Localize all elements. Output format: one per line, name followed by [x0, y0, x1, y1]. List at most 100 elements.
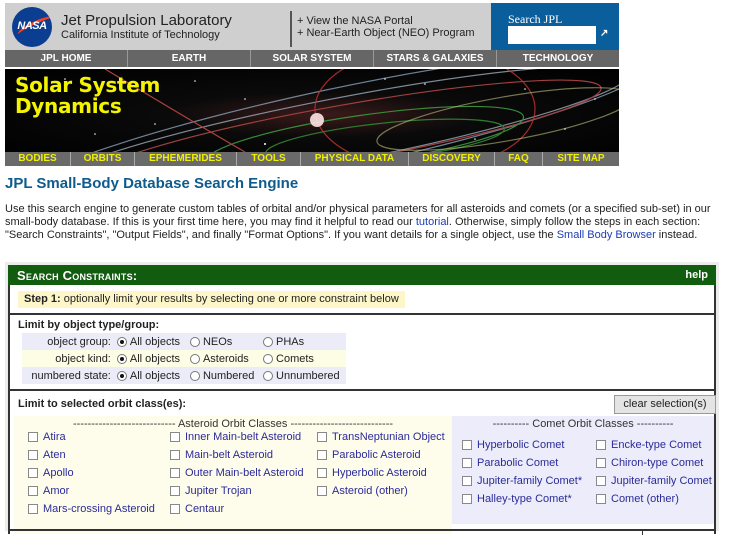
radio-label: Numbered: [202, 369, 255, 382]
comet-class-checkbox[interactable]: Comet (other): [596, 493, 679, 505]
nav-orbits[interactable]: ORBITS: [71, 152, 135, 166]
asteroid-class-checkbox[interactable]: Jupiter Trojan: [170, 485, 252, 497]
checkbox-square[interactable]: [170, 504, 180, 514]
unnumbered-radio[interactable]: Unnumbered: [263, 370, 346, 382]
asteroid-class-checkbox[interactable]: Amor: [28, 485, 69, 497]
lab-name[interactable]: Jet Propulsion Laboratory: [61, 12, 232, 29]
nav-jpl-home[interactable]: JPL HOME: [5, 50, 128, 67]
checkbox-square[interactable]: [170, 468, 180, 478]
nav-site-map[interactable]: SITE MAP: [543, 152, 619, 166]
comet-class-checkbox[interactable]: Encke-type Comet: [596, 439, 701, 451]
checkbox-square[interactable]: [596, 458, 606, 468]
asteroid-class-label: Apollo: [43, 467, 74, 479]
checkbox-square[interactable]: [317, 468, 327, 478]
search-jpl-input[interactable]: [508, 26, 596, 44]
nav-stars-galaxies[interactable]: STARS & GALAXIES: [374, 50, 497, 67]
kind-comets-radio[interactable]: Comets: [263, 353, 346, 365]
asteroid-class-checkbox[interactable]: Hyperbolic Asteroid: [317, 467, 427, 479]
checkbox-square[interactable]: [317, 450, 327, 460]
asteroid-class-checkbox[interactable]: Aten: [28, 449, 66, 461]
small-body-browser-link[interactable]: Small Body Browser: [557, 229, 656, 241]
nav-technology[interactable]: TECHNOLOGY: [497, 50, 619, 67]
comet-class-checkbox[interactable]: Halley-type Comet*: [462, 493, 572, 505]
comet-class-checkbox[interactable]: Parabolic Comet: [462, 457, 558, 469]
checkbox-square[interactable]: [462, 440, 472, 450]
radio-selected[interactable]: [116, 353, 127, 364]
nav-earth[interactable]: EARTH: [128, 50, 251, 67]
step-1-instruction: Step 1: optionally limit your results by…: [18, 291, 405, 308]
numbered-all-radio[interactable]: All objects: [116, 370, 190, 382]
checkbox-square[interactable]: [596, 476, 606, 486]
checkbox-square[interactable]: [462, 458, 472, 468]
asteroid-class-checkbox[interactable]: Asteroid (other): [317, 485, 408, 497]
checkbox-square[interactable]: [596, 494, 606, 504]
checkbox-square[interactable]: [170, 486, 180, 496]
radio-label: All objects: [129, 352, 181, 365]
arrow-go-icon[interactable]: ↗: [600, 28, 608, 39]
panel-title: Search Constraints:: [17, 268, 138, 283]
nav-faq[interactable]: FAQ: [495, 152, 543, 166]
radio-selected[interactable]: [116, 370, 127, 381]
lab-subtitle[interactable]: California Institute of Technology: [61, 29, 220, 41]
comet-class-checkbox[interactable]: Chiron-type Comet: [596, 457, 703, 469]
nav-tools[interactable]: TOOLS: [237, 152, 301, 166]
comet-class-checkbox[interactable]: Hyperbolic Comet: [462, 439, 564, 451]
asteroid-class-checkbox[interactable]: Atira: [28, 431, 66, 443]
checkbox-square[interactable]: [28, 450, 38, 460]
asteroid-class-label: Atira: [43, 431, 66, 443]
radio-unselected[interactable]: [189, 370, 200, 381]
radio-selected[interactable]: [116, 336, 127, 347]
tutorial-link[interactable]: tutorial: [416, 216, 449, 228]
asteroid-class-checkbox[interactable]: Inner Main-belt Asteroid: [170, 431, 301, 443]
asteroid-class-label: Aten: [43, 449, 66, 461]
object-group-label: object group:: [47, 335, 111, 348]
asteroid-class-checkbox[interactable]: Apollo: [28, 467, 74, 479]
asteroid-class-label: Asteroid (other): [332, 485, 408, 497]
neo-program-link[interactable]: + Near-Earth Object (NEO) Program: [297, 27, 475, 39]
nav-ephemerides[interactable]: EPHEMERIDES: [135, 152, 237, 166]
kind-asteroids-radio[interactable]: Asteroids: [189, 353, 263, 365]
search-jpl-box: Search JPL ↗: [491, 3, 619, 50]
radio-unselected[interactable]: [263, 370, 274, 381]
checkbox-square[interactable]: [317, 432, 327, 442]
nasa-portal-link[interactable]: + View the NASA Portal: [297, 15, 475, 27]
checkbox-square[interactable]: [596, 440, 606, 450]
comet-class-checkbox[interactable]: Jupiter-family Comet*: [462, 475, 582, 487]
nav-bodies[interactable]: BODIES: [5, 152, 71, 166]
checkbox-square[interactable]: [170, 432, 180, 442]
nav-discovery[interactable]: DISCOVERY: [409, 152, 495, 166]
checkbox-square[interactable]: [170, 450, 180, 460]
group-neos-radio[interactable]: NEOs: [189, 336, 263, 348]
nav-physical-data[interactable]: PHYSICAL DATA: [301, 152, 409, 166]
asteroid-class-label: Amor: [43, 485, 70, 497]
radio-unselected[interactable]: [263, 353, 274, 364]
search-jpl-label: Search JPL: [508, 12, 563, 26]
asteroid-class-checkbox[interactable]: Mars-crossing Asteroid: [28, 503, 155, 515]
clear-selections-button[interactable]: clear selection(s): [614, 395, 716, 414]
checkbox-square[interactable]: [28, 432, 38, 442]
radio-unselected[interactable]: [189, 353, 200, 364]
group-all-radio[interactable]: All objects: [116, 336, 190, 348]
checkbox-square[interactable]: [28, 504, 38, 514]
asteroid-class-checkbox[interactable]: Outer Main-belt Asteroid: [170, 467, 304, 479]
radio-unselected[interactable]: [189, 336, 200, 347]
checkbox-square[interactable]: [28, 468, 38, 478]
radio-unselected[interactable]: [263, 336, 274, 347]
checkbox-square[interactable]: [28, 486, 38, 496]
checkbox-square[interactable]: [317, 486, 327, 496]
kind-all-radio[interactable]: All objects: [116, 352, 190, 365]
asteroid-class-checkbox[interactable]: Main-belt Asteroid: [170, 449, 273, 461]
checkbox-square[interactable]: [462, 494, 472, 504]
asteroid-class-checkbox[interactable]: TransNeptunian Object: [317, 431, 445, 443]
comet-class-label: Jupiter-family Comet*: [477, 475, 583, 487]
nav-solar-system[interactable]: SOLAR SYSTEM: [251, 50, 374, 67]
object-group-table: object group: All objects NEOs PHAs obje…: [22, 333, 346, 384]
checkbox-square[interactable]: [462, 476, 472, 486]
numbered-radio[interactable]: Numbered: [189, 369, 263, 382]
asteroid-class-checkbox[interactable]: Parabolic Asteroid: [317, 449, 421, 461]
comet-class-checkbox[interactable]: Jupiter-family Comet: [596, 475, 712, 487]
asteroid-class-checkbox[interactable]: Centaur: [170, 503, 224, 515]
help-link[interactable]: help: [685, 269, 708, 281]
nasa-logo-icon[interactable]: NASA: [12, 7, 52, 47]
group-phas-radio[interactable]: PHAs: [263, 336, 346, 348]
